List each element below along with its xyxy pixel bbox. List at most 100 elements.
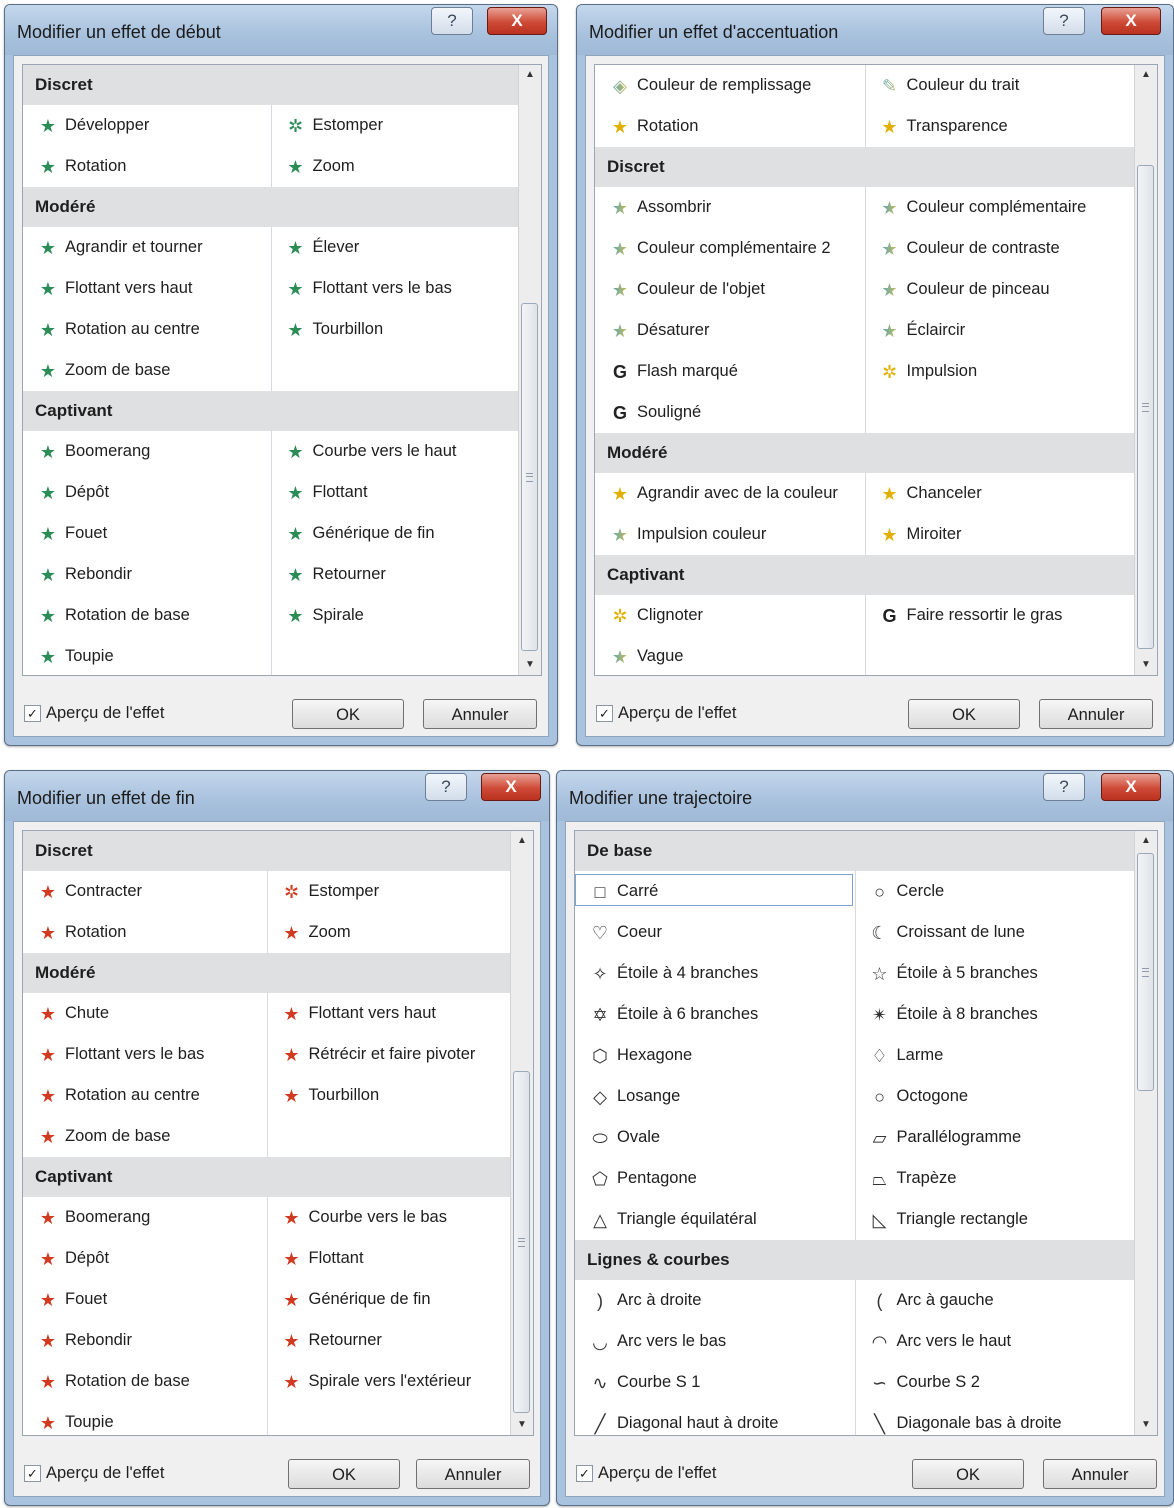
cancel-button[interactable]: Annuler <box>423 699 537 729</box>
effect-item-etoile-a-8-branches[interactable]: ✴ Étoile à 8 branches <box>855 994 1135 1035</box>
effect-item-larme[interactable]: ♢ Larme <box>855 1035 1135 1076</box>
effect-item-toupie[interactable]: ★ Toupie <box>23 636 271 675</box>
effect-item-rebondir[interactable]: ★ Rebondir <box>23 554 271 595</box>
effect-item-couleur-de-l-objet[interactable]: ★ Couleur de l'objet <box>595 269 865 310</box>
effect-item-zoom[interactable]: ★ Zoom <box>267 912 511 953</box>
effect-item-retrecir-et-faire-pivoter[interactable]: ★ Rétrécir et faire pivoter <box>267 1034 511 1075</box>
effect-item-clignoter[interactable]: ✲ Clignoter <box>595 595 865 636</box>
effect-item-triangle-equilateral[interactable]: △ Triangle équilatéral <box>575 1199 855 1240</box>
effect-item-couleur-de-contraste[interactable]: ★ Couleur de contraste <box>865 228 1135 269</box>
effect-item-couleur-du-trait[interactable]: ✎ Couleur du trait <box>865 65 1135 106</box>
preview-checkbox[interactable]: ✓ Aperçu de l'effet <box>24 1464 164 1483</box>
effect-item-rebondir[interactable]: ★ Rebondir <box>23 1320 267 1361</box>
effect-item-rotation-au-centre[interactable]: ★ Rotation au centre <box>23 1075 267 1116</box>
effect-item-agrandir-et-tourner[interactable]: ★ Agrandir et tourner <box>23 227 271 268</box>
effect-item-arc-vers-le-haut[interactable]: ◠ Arc vers le haut <box>855 1321 1135 1362</box>
effect-item-hexagone[interactable]: ⬡ Hexagone <box>575 1035 855 1076</box>
effect-item-couleur-de-pinceau[interactable]: ★ Couleur de pinceau <box>865 269 1135 310</box>
effect-item-tourbillon[interactable]: ★ Tourbillon <box>271 309 519 350</box>
effect-item-octogone[interactable]: ○ Octogone <box>855 1076 1135 1117</box>
effect-item-courbe-s-1[interactable]: ∿ Courbe S 1 <box>575 1362 855 1403</box>
effect-item-impulsion[interactable]: ✲ Impulsion <box>865 351 1135 392</box>
effect-item-coeur[interactable]: ♡ Coeur <box>575 912 855 953</box>
effect-item-assombrir[interactable]: ★ Assombrir <box>595 187 865 228</box>
effect-item-flottant-vers-haut[interactable]: ★ Flottant vers haut <box>267 993 511 1034</box>
effect-item-elever[interactable]: ★ Élever <box>271 227 519 268</box>
effect-item-rotation[interactable]: ★ Rotation <box>23 146 271 187</box>
close-button[interactable]: X <box>487 7 547 35</box>
effect-item-flottant[interactable]: ★ Flottant <box>271 472 519 513</box>
effect-item-rotation-au-centre[interactable]: ★ Rotation au centre <box>23 309 271 350</box>
effect-item-courbe-vers-le-bas[interactable]: ★ Courbe vers le bas <box>267 1197 511 1238</box>
preview-checkbox[interactable]: ✓ Aperçu de l'effet <box>24 704 164 723</box>
scroll-up-button[interactable]: ▲ <box>1135 831 1157 851</box>
scroll-down-button[interactable]: ▼ <box>511 1415 533 1435</box>
scroll-up-button[interactable]: ▲ <box>519 65 541 85</box>
effect-item-toupie[interactable]: ★ Toupie <box>23 1402 267 1435</box>
scroll-thumb[interactable] <box>1137 853 1154 1091</box>
effect-item-arc-vers-le-bas[interactable]: ◡ Arc vers le bas <box>575 1321 855 1362</box>
effect-item-couleur-complementaire[interactable]: ★ Couleur complémentaire <box>865 187 1135 228</box>
effect-item-retourner[interactable]: ★ Retourner <box>271 554 519 595</box>
effect-item-estomper[interactable]: ✲ Estomper <box>267 871 511 912</box>
effect-item-cercle[interactable]: ○ Cercle <box>855 871 1135 912</box>
effect-item-tourbillon[interactable]: ★ Tourbillon <box>267 1075 511 1116</box>
cancel-button[interactable]: Annuler <box>1043 1459 1157 1489</box>
effect-item-flottant-vers-le-bas[interactable]: ★ Flottant vers le bas <box>271 268 519 309</box>
scroll-up-button[interactable]: ▲ <box>511 831 533 851</box>
checkbox-check-icon[interactable]: ✓ <box>596 705 613 722</box>
checkbox-check-icon[interactable]: ✓ <box>576 1465 593 1482</box>
effect-item-retourner[interactable]: ★ Retourner <box>267 1320 511 1361</box>
help-button[interactable]: ? <box>431 7 473 35</box>
ok-button[interactable]: OK <box>292 699 404 729</box>
effect-item-arc-a-droite[interactable]: ) Arc à droite <box>575 1280 855 1321</box>
scroll-up-button[interactable]: ▲ <box>1135 65 1157 85</box>
scroll-thumb[interactable] <box>1137 165 1154 649</box>
preview-checkbox[interactable]: ✓ Aperçu de l'effet <box>596 704 736 723</box>
help-button[interactable]: ? <box>1043 773 1085 801</box>
ok-button[interactable]: OK <box>912 1459 1024 1489</box>
effect-item-zoom[interactable]: ★ Zoom <box>271 146 519 187</box>
effect-item-developper[interactable]: ★ Développer <box>23 105 271 146</box>
effect-item-losange[interactable]: ◇ Losange <box>575 1076 855 1117</box>
scroll-down-button[interactable]: ▼ <box>1135 655 1157 675</box>
effect-item-couleur-de-remplissage[interactable]: ◈ Couleur de remplissage <box>595 65 865 106</box>
scrollbar[interactable]: ▲ ▼ <box>510 831 533 1435</box>
scrollbar[interactable]: ▲ ▼ <box>1134 831 1157 1435</box>
effect-item-rotation-de-base[interactable]: ★ Rotation de base <box>23 595 271 636</box>
effect-item-flottant-vers-le-bas[interactable]: ★ Flottant vers le bas <box>23 1034 267 1075</box>
effect-item-arc-a-gauche[interactable]: (Arc à gauche <box>855 1280 1135 1321</box>
effect-item-triangle-rectangle[interactable]: ◺ Triangle rectangle <box>855 1199 1135 1240</box>
effect-item-vague[interactable]: ★ Vague <box>595 636 865 675</box>
close-button[interactable]: X <box>481 773 541 801</box>
effect-item-rotation[interactable]: ★ Rotation <box>595 106 865 147</box>
scroll-down-button[interactable]: ▼ <box>519 655 541 675</box>
effect-item-generique-de-fin[interactable]: ★ Générique de fin <box>267 1279 511 1320</box>
effect-item-eclaircir[interactable]: ★ Éclaircir <box>865 310 1135 351</box>
scroll-thumb[interactable] <box>521 303 538 651</box>
checkbox-check-icon[interactable]: ✓ <box>24 1465 41 1482</box>
effect-item-fouet[interactable]: ★ Fouet <box>23 513 271 554</box>
effect-item-couleur-complementaire-2[interactable]: ★ Couleur complémentaire 2 <box>595 228 865 269</box>
effect-item-spirale[interactable]: ★ Spirale <box>271 595 519 636</box>
effect-item-rotation-de-base[interactable]: ★ Rotation de base <box>23 1361 267 1402</box>
effect-item-zoom-de-base[interactable]: ★ Zoom de base <box>23 350 271 391</box>
effect-item-croissant-de-lune[interactable]: ☾ Croissant de lune <box>855 912 1135 953</box>
effect-item-miroiter[interactable]: ★ Miroiter <box>865 514 1135 555</box>
effect-item-etoile-a-6-branches[interactable]: ✡ Étoile à 6 branches <box>575 994 855 1035</box>
effect-item-carre[interactable]: □ Carré <box>575 871 855 912</box>
effect-item-ovale[interactable]: ⬭ Ovale <box>575 1117 855 1158</box>
effect-item-chute[interactable]: ★ Chute <box>23 993 267 1034</box>
effect-item-trapeze[interactable]: ⏢ Trapèze <box>855 1158 1135 1199</box>
effect-item-etoile-a-4-branches[interactable]: ✧ Étoile à 4 branches <box>575 953 855 994</box>
effect-item-rotation[interactable]: ★ Rotation <box>23 912 267 953</box>
effect-item-estomper[interactable]: ✲ Estomper <box>271 105 519 146</box>
effect-item-fouet[interactable]: ★ Fouet <box>23 1279 267 1320</box>
effect-item-faire-ressortir-le-gras[interactable]: G Faire ressortir le gras <box>865 595 1135 636</box>
effect-item-souligne[interactable]: G Souligné <box>595 392 865 433</box>
close-button[interactable]: X <box>1101 7 1161 35</box>
effect-item-depot[interactable]: ★ Dépôt <box>23 1238 267 1279</box>
effect-item-transparence[interactable]: ★ Transparence <box>865 106 1135 147</box>
effect-item-flottant[interactable]: ★ Flottant <box>267 1238 511 1279</box>
scrollbar[interactable]: ▲ ▼ <box>1134 65 1157 675</box>
